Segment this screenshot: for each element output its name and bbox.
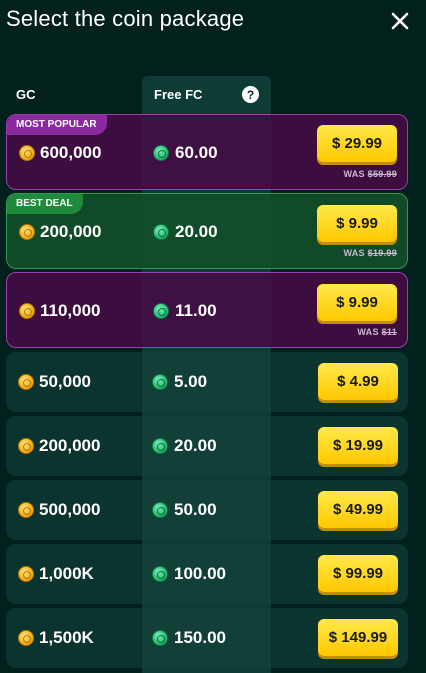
gold-coin-icon [18, 566, 34, 582]
green-coin-icon [152, 438, 168, 454]
gc-amount: 600,000 [19, 143, 101, 163]
fc-amount: 11.00 [153, 301, 217, 321]
buy-button[interactable]: $ 49.99 [318, 491, 398, 528]
was-label: WAS [343, 169, 365, 179]
gc-amount: 500,000 [18, 500, 100, 520]
fc-amount: 150.00 [152, 628, 226, 648]
green-coin-icon [152, 566, 168, 582]
gold-coin-icon [18, 438, 34, 454]
fc-amount-value: 100.00 [174, 564, 226, 583]
gold-coin-icon [18, 630, 34, 646]
gc-amount: 200,000 [19, 222, 101, 242]
gc-amount-value: 200,000 [40, 222, 102, 241]
fc-amount-value: 11.00 [175, 301, 217, 320]
original-price: $19.99 [367, 248, 397, 258]
gc-amount: 110,000 [19, 301, 101, 321]
was-label: WAS [357, 327, 379, 337]
package-row[interactable]: MOST POPULAR 600,000 60.00 $ 29.99 WAS $… [6, 114, 408, 190]
was-label: WAS [343, 248, 365, 258]
fc-amount: 100.00 [152, 564, 226, 584]
most-popular-badge: MOST POPULAR [7, 115, 107, 135]
green-coin-icon [153, 145, 169, 161]
buy-button[interactable]: $ 19.99 [318, 427, 398, 464]
package-row[interactable]: BEST DEAL 200,000 20.00 $ 9.99 WAS $19.9… [6, 193, 408, 269]
gold-coin-icon [19, 224, 35, 240]
package-row[interactable]: 110,000 11.00 $ 9.99 WAS $11 [6, 272, 408, 348]
green-coin-icon [153, 303, 169, 319]
buy-button[interactable]: $ 149.99 [318, 619, 398, 656]
was-price: WAS $19.99 [343, 248, 397, 258]
buy-button[interactable]: $ 9.99 [317, 284, 397, 321]
gc-amount: 1,000K [18, 564, 94, 584]
fc-amount: 20.00 [152, 436, 217, 456]
buy-button[interactable]: $ 4.99 [318, 363, 398, 400]
fc-amount-value: 50.00 [174, 500, 217, 519]
gold-coin-icon [19, 145, 35, 161]
gc-amount: 200,000 [18, 436, 100, 456]
gc-amount-value: 600,000 [40, 143, 102, 162]
page-title: Select the coin package [6, 6, 245, 31]
fc-amount: 20.00 [153, 222, 218, 242]
gc-amount-value: 1,000K [39, 564, 94, 583]
fc-amount-value: 150.00 [174, 628, 226, 647]
package-row[interactable]: 1,500K 150.00 $ 149.99 [6, 608, 408, 668]
package-row[interactable]: 1,000K 100.00 $ 99.99 [6, 544, 408, 604]
gold-coin-icon [19, 303, 35, 319]
gc-amount-value: 1,500K [39, 628, 94, 647]
help-icon[interactable]: ? [242, 86, 259, 103]
buy-button[interactable]: $ 99.99 [318, 555, 398, 592]
green-coin-icon [153, 224, 169, 240]
gc-column-header: GC [16, 87, 36, 102]
free-fc-column-header: Free FC [154, 87, 203, 102]
fc-amount-value: 60.00 [175, 143, 218, 162]
best-deal-badge: BEST DEAL [7, 194, 83, 214]
gc-amount-value: 200,000 [39, 436, 101, 455]
gc-amount-value: 110,000 [40, 301, 101, 320]
gold-coin-icon [18, 374, 34, 390]
fc-amount-value: 20.00 [175, 222, 218, 241]
original-price: $11 [381, 327, 397, 337]
fc-amount: 5.00 [152, 372, 207, 392]
package-row[interactable]: 200,000 20.00 $ 19.99 [6, 416, 408, 476]
gc-amount-value: 500,000 [39, 500, 101, 519]
was-price: WAS $59.99 [343, 169, 397, 179]
buy-button[interactable]: $ 29.99 [317, 125, 397, 162]
package-row[interactable]: 50,000 5.00 $ 4.99 [6, 352, 408, 412]
gc-amount: 50,000 [18, 372, 91, 392]
package-row[interactable]: 500,000 50.00 $ 49.99 [6, 480, 408, 540]
green-coin-icon [152, 374, 168, 390]
buy-button[interactable]: $ 9.99 [317, 205, 397, 242]
fc-amount: 60.00 [153, 143, 218, 163]
was-price: WAS $11 [357, 327, 397, 337]
gc-amount-value: 50,000 [39, 372, 91, 391]
green-coin-icon [152, 630, 168, 646]
close-icon[interactable] [390, 11, 410, 31]
close-button[interactable] [386, 7, 414, 35]
fc-amount-value: 5.00 [174, 372, 208, 391]
fc-amount: 50.00 [152, 500, 217, 520]
fc-amount-value: 20.00 [174, 436, 217, 455]
green-coin-icon [152, 502, 168, 518]
original-price: $59.99 [367, 169, 397, 179]
gold-coin-icon [18, 502, 34, 518]
gc-amount: 1,500K [18, 628, 94, 648]
